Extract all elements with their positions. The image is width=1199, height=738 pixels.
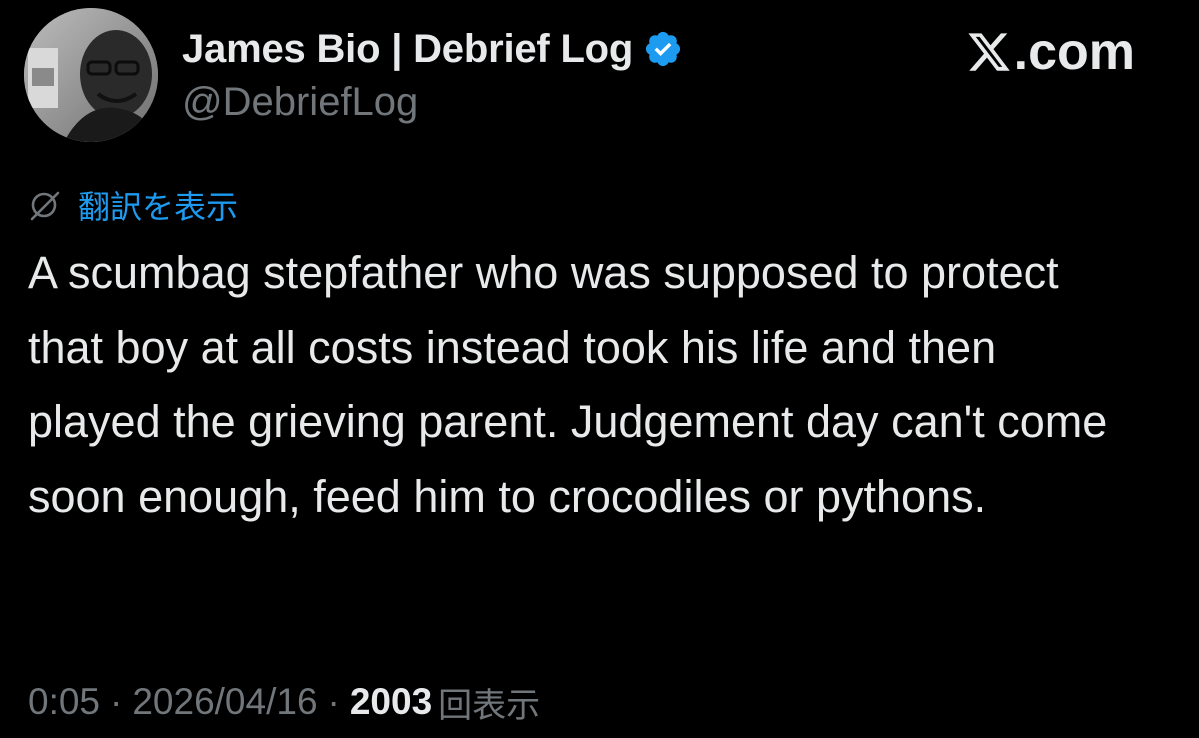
views-label: 回表示	[438, 685, 541, 726]
author-handle[interactable]: @DebriefLog	[182, 80, 418, 125]
tweet-card: James Bio | Debrief Log @DebriefLog .com…	[0, 0, 1199, 738]
views-count[interactable]: 2003	[350, 681, 432, 723]
tweet-text: A scumbag stepfather who was supposed to…	[28, 247, 1108, 522]
tweet-time[interactable]: 0:05	[28, 681, 100, 723]
verified-badge-icon[interactable]	[643, 29, 683, 69]
meta-separator: ·	[327, 681, 340, 722]
show-translation-link[interactable]: 翻訳を表示	[28, 182, 238, 228]
show-translation-label: 翻訳を表示	[78, 188, 239, 226]
author-display-name[interactable]: James Bio | Debrief Log	[182, 27, 633, 72]
avatar[interactable]	[24, 8, 158, 142]
globe-slash-icon	[30, 191, 60, 221]
tweet-date[interactable]: 2026/04/16	[132, 681, 317, 723]
avatar-image	[24, 8, 158, 142]
site-logo: .com	[966, 22, 1135, 82]
author-name-row: James Bio | Debrief Log	[182, 24, 683, 74]
meta-separator: ·	[110, 681, 123, 722]
x-logo-icon	[968, 33, 1010, 71]
site-logo-text: .com	[1013, 23, 1135, 81]
tweet-meta: 0:05 · 2026/04/16 · 2003 回表示	[28, 674, 540, 730]
